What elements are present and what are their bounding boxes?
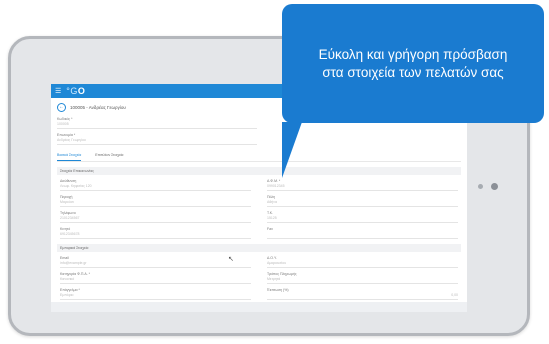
mouse-cursor-icon: ↖ — [228, 256, 234, 263]
field-cell: Έκπτωση (%) 0,00 — [264, 284, 461, 300]
vat-category-field[interactable]: Κανονικό — [60, 276, 251, 284]
field-cell: Περιοχή Μαρούσι — [57, 191, 254, 207]
profession-field[interactable]: Εμπόριο — [60, 292, 251, 300]
field-cell: Κινητό 6912345678 — [57, 223, 254, 239]
section-header-commercial: Εμπορικά Στοιχεία — [57, 244, 461, 252]
field-cell: Διεύθυνση Λεωφ. Κηφισίας 120 — [57, 175, 254, 191]
field-cell: Πόλη Αθήνα — [264, 191, 461, 207]
callout-bubble: Εύκολη και γρήγορη πρόσβαση στα στοιχεία… — [282, 4, 544, 123]
address-field[interactable]: Λεωφ. Κηφισίας 120 — [60, 183, 251, 191]
callout-line-1: Εύκολη και γρήγορη πρόσβαση — [318, 46, 508, 62]
field-cell: Δ.Ο.Υ. Αμαρουσίου — [264, 252, 461, 268]
back-arrow-icon[interactable]: ← — [57, 102, 66, 112]
phone-field[interactable]: 2101234567 — [60, 215, 251, 223]
vat-number-field[interactable]: 099012345 — [267, 183, 458, 191]
callout-tail — [282, 122, 302, 178]
email-field[interactable]: info@example.gr — [60, 260, 251, 268]
postcode-field[interactable]: 15125 — [267, 215, 458, 223]
field-cell: Τ.Κ. 15125 — [264, 207, 461, 223]
field-cell: Κατηγορία Φ.Π.Α. * Κανονικό — [57, 268, 254, 284]
fax-field[interactable] — [267, 231, 458, 239]
menu-icon[interactable]: ☰ — [55, 88, 61, 95]
tablet-camera — [491, 183, 498, 190]
form-content: ← 100005 - Ανδρέας Γεωργίου Κωδικός * 10… — [51, 98, 467, 311]
field-cell: Email info@example.gr — [57, 252, 254, 268]
tab-extra-info[interactable]: Επιπλέον Στοιχεία — [95, 151, 123, 161]
field-cell: Fax — [264, 223, 461, 239]
field-cell: Τηλέφωνο 2101234567 — [57, 207, 254, 223]
app-logo: °GO — [66, 86, 86, 96]
screen-bottom-strip — [51, 302, 467, 312]
callout-line-2: στα στοιχεία των πελατών σας — [322, 64, 504, 80]
commercial-grid: Email info@example.gr Δ.Ο.Υ. Αμαρουσίου … — [57, 252, 461, 300]
payment-method-field[interactable]: Μετρητά — [267, 276, 458, 284]
mobile-field[interactable]: 6912345678 — [60, 231, 251, 239]
code-field[interactable]: 100005 — [57, 121, 257, 129]
tablet-sensor — [478, 184, 483, 189]
field-cell: Τρόπος Πληρωμής Μετρητά — [264, 268, 461, 284]
tab-basic-info[interactable]: Βασικά Στοιχεία — [57, 151, 82, 161]
section-header-contact: Στοιχεία Επικοινωνίας — [57, 167, 461, 175]
discount-field[interactable]: 0,00 — [267, 292, 458, 300]
name-field[interactable]: Ανδρέας Γεωργίου — [57, 137, 257, 145]
tax-office-field[interactable]: Αμαρουσίου — [267, 260, 458, 268]
contact-grid: Διεύθυνση Λεωφ. Κηφισίας 120 Α.Φ.Μ. * 09… — [57, 175, 461, 239]
area-field[interactable]: Μαρούσι — [60, 199, 251, 207]
tab-bar: Βασικά Στοιχεία Επιπλέον Στοιχεία — [57, 151, 461, 162]
city-field[interactable]: Αθήνα — [267, 199, 458, 207]
page-title: 100005 - Ανδρέας Γεωργίου — [70, 104, 126, 110]
field-cell: Επάγγελμα * Εμπόριο — [57, 284, 254, 300]
